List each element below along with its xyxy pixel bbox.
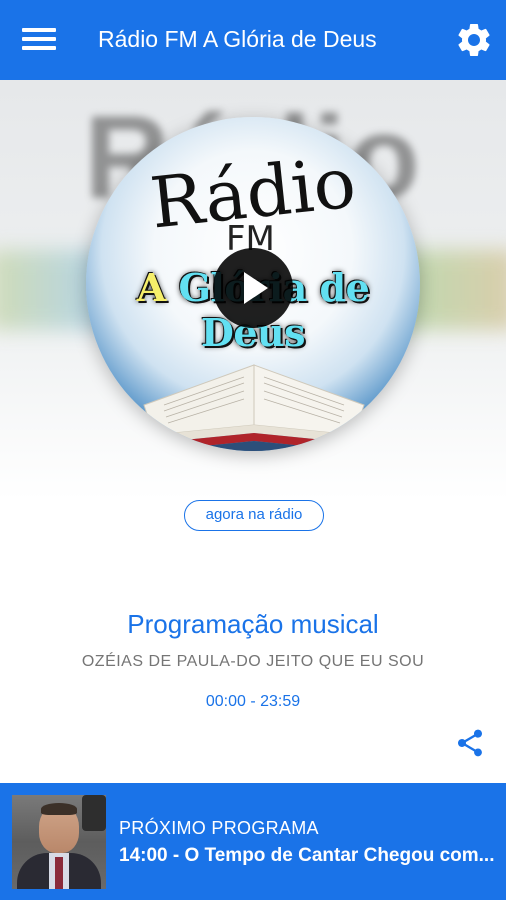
gear-icon (458, 24, 490, 56)
next-program-bar[interactable]: PRÓXIMO PROGRAMA 14:00 - O Tempo de Cant… (0, 783, 506, 900)
share-button[interactable] (454, 727, 486, 759)
hamburger-menu-icon (22, 28, 56, 32)
next-program-title: 14:00 - O Tempo de Cantar Chegou com... (119, 845, 495, 866)
now-on-air-chip[interactable]: agora na rádio (184, 500, 324, 531)
settings-button[interactable] (454, 20, 494, 60)
share-icon (458, 729, 482, 757)
open-bible-image (143, 364, 365, 451)
app-bar: Rádio FM A Glória de Deus (0, 0, 506, 80)
menu-button[interactable] (22, 28, 56, 54)
next-program-label: PRÓXIMO PROGRAMA (119, 818, 319, 838)
app-title: Rádio FM A Glória de Deus (98, 26, 377, 52)
program-title: Programação musical (127, 609, 379, 639)
program-time-range: 00:00 - 23:59 (205, 693, 301, 710)
current-song: OZÉIAS DE PAULA-DO JEITO QUE EU SOU (81, 653, 425, 670)
play-button[interactable] (213, 248, 293, 328)
next-program-host-photo (12, 795, 106, 889)
